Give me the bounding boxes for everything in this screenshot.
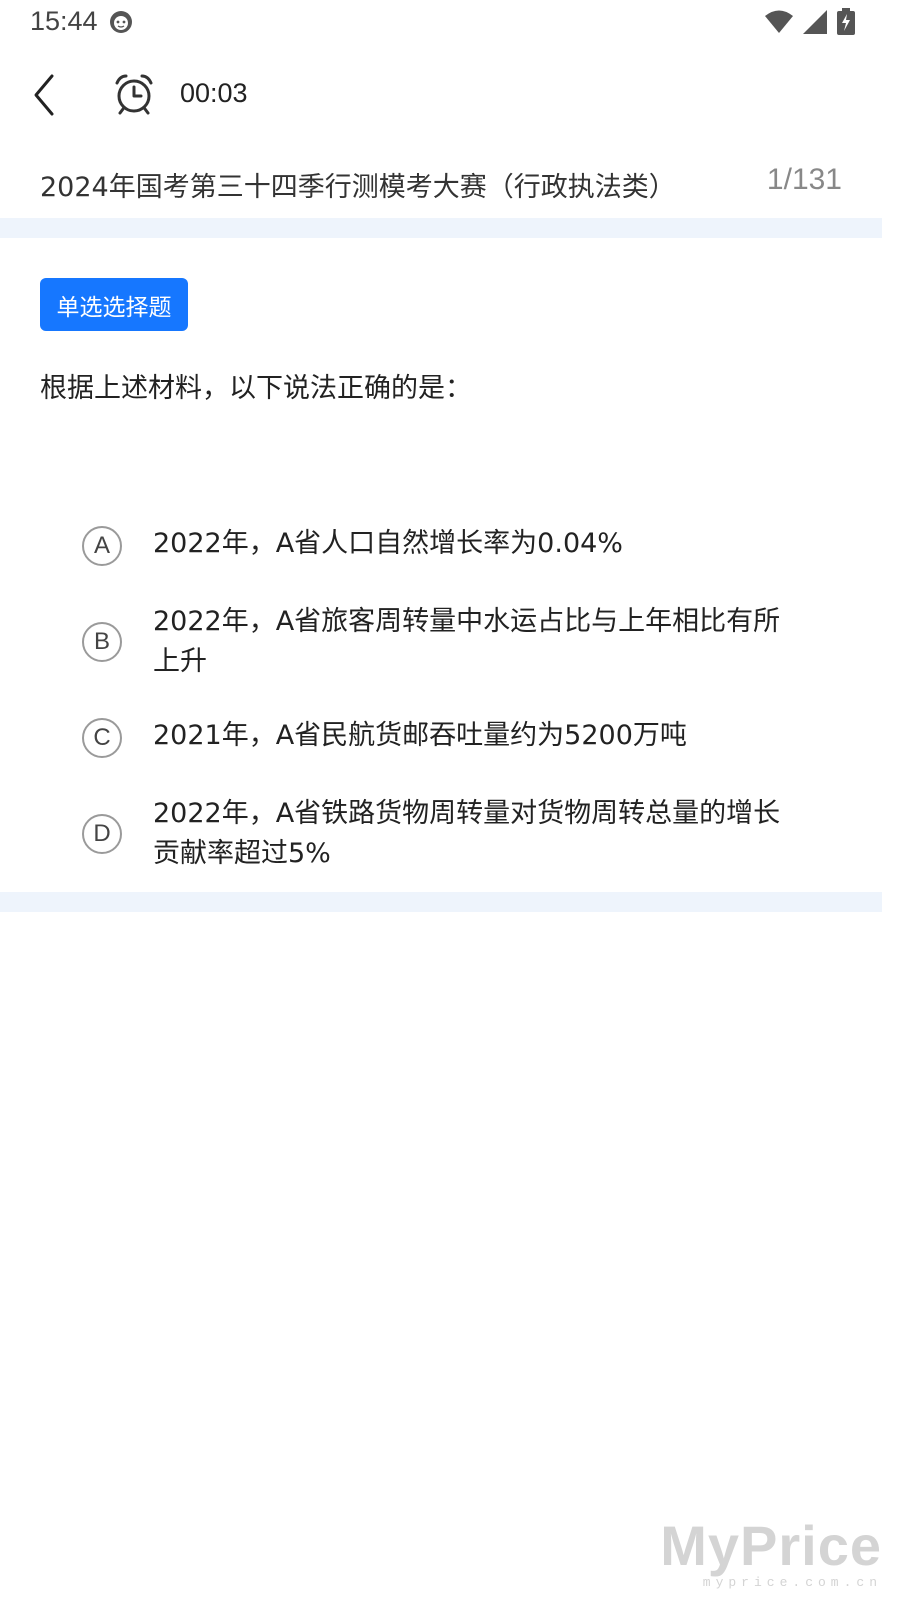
divider-band-bottom [0,892,882,912]
quiz-page: 15:44 00:03 2024年国考第三十四季行测模考大赛（行政执法类） 1/… [0,0,900,1600]
watermark: MyPrice myprice.com.cn [660,1514,882,1591]
back-icon [34,74,54,116]
battery-charging-icon [837,8,855,35]
back-button[interactable] [22,72,68,118]
option-letter-c: C [82,718,122,758]
exam-header: 2024年国考第三十四季行测模考大赛（行政执法类） 1/131 [0,145,900,223]
option-letter-a: A [82,526,122,566]
question-card: 单选选择题 根据上述材料，以下说法正确的是： A 2022年，A省人口自然增长率… [0,238,900,892]
option-letter-b: B [82,622,122,662]
watermark-logo: MyPrice [660,1514,882,1577]
divider-band-top [0,218,882,238]
option-c[interactable]: C 2021年，A省民航货邮吞吐量约为5200万吨 [80,712,800,772]
question-progress: 1/131 [766,163,842,196]
option-text-d: 2022年，A省铁路货物周转量对货物周转总量的增长贡献率超过5% [153,798,781,869]
option-a[interactable]: A 2022年，A省人口自然增长率为0.04% [80,520,800,580]
signal-icon [803,10,827,34]
top-bar: 00:03 [0,60,900,130]
watermark-url: myprice.com.cn [702,1575,882,1590]
option-b[interactable]: B 2022年，A省旅客周转量中水运占比与上年相比有所上升 [80,602,800,702]
wifi-icon [765,10,793,33]
option-d[interactable]: D 2022年，A省铁路货物周转量对货物周转总量的增长贡献率超过5% [80,794,800,894]
option-text-c: 2021年，A省民航货邮吞吐量约为5200万吨 [153,720,687,751]
option-text-b: 2022年，A省旅客周转量中水运占比与上年相比有所上升 [153,606,781,677]
timer-display: 00:03 [180,78,248,108]
status-time: 15:44 [30,6,98,36]
question-type-badge: 单选选择题 [40,278,188,331]
exam-title: 2024年国考第三十四季行测模考大赛（行政执法类） [40,172,676,203]
face-icon [110,11,132,33]
status-icons [764,8,856,36]
alarm-clock-icon [115,74,153,115]
question-stem: 根据上述材料，以下说法正确的是： [40,373,472,404]
status-bar: 15:44 [0,0,900,48]
option-text-a: 2022年，A省人口自然增长率为0.04% [153,528,623,559]
option-letter-d: D [82,814,122,854]
